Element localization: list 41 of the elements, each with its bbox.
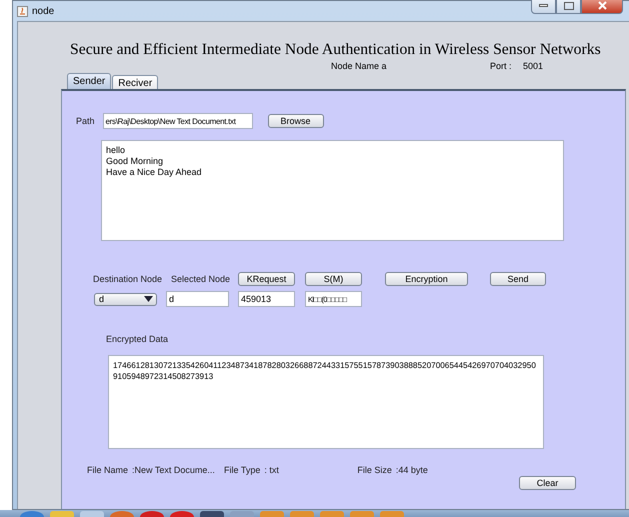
message-line: Have a Nice Day Ahead <box>106 167 203 178</box>
close-button[interactable] <box>581 0 623 14</box>
browse-button[interactable]: Browse <box>268 114 324 128</box>
encrypted-data-label: Encrypted Data <box>106 334 170 344</box>
tab[interactable]: Sender <box>67 73 112 89</box>
send-button[interactable]: Send <box>490 272 546 286</box>
selected-node-label: Selected Node <box>171 274 232 284</box>
port-value: 5001 <box>523 61 544 71</box>
path-label: Path <box>76 116 95 126</box>
maximize-icon <box>564 2 574 10</box>
encrypted-text-area[interactable]: 174661281307213354260411234873418782803266887244331575515787390388852070065445426970704032950 9105948972314508273913 <box>108 355 544 449</box>
clear-button[interactable]: Clear <box>519 476 576 490</box>
message-line: Good Morning <box>106 156 164 167</box>
destination-node-label: Destination Node <box>93 274 164 284</box>
selected-node-field[interactable]: d <box>166 291 229 307</box>
file-info-label: File Type <box>224 465 260 475</box>
encrypted-line: 174661281307213354260411234873418782803266887244331575515787390388852070065445426970704032950 <box>113 360 537 371</box>
krequest-button[interactable]: KRequest <box>238 272 295 286</box>
maximize-button[interactable] <box>556 0 581 14</box>
file-info-value: :New Text Docume... <box>132 465 216 475</box>
file-info-value: : txt <box>264 465 280 475</box>
port-label: Port : <box>490 61 512 71</box>
path-field[interactable]: ers\Raj\Desktop\New Text Document.txt <box>102 113 253 129</box>
message-text-area[interactable]: hello Good Morning Have a Nice Day Ahead <box>101 140 564 241</box>
destination-dropdown[interactable]: d <box>94 292 157 306</box>
key-request-field[interactable]: 459013 <box>238 291 295 307</box>
minimize-icon <box>539 4 548 7</box>
app-heading: Secure and Efficient Intermediate Node Authentication in Wireless Sensor Networks <box>70 41 602 59</box>
file-info-label: File Size <box>357 465 392 475</box>
sign-button[interactable]: S(M) <box>305 272 362 286</box>
encrypted-line: 9105948972314508273913 <box>113 371 214 382</box>
minimize-button[interactable] <box>531 0 556 14</box>
node-name-label: Node Name a <box>331 61 387 71</box>
encryption-button[interactable]: Encryption <box>385 272 468 286</box>
close-icon <box>598 1 606 10</box>
dropdown-arrow-icon <box>144 296 153 302</box>
window-title: node <box>32 6 54 16</box>
file-info-label: File Name <box>87 465 128 475</box>
message-line: hello <box>106 145 126 156</box>
file-info-value: :44 byte <box>396 465 429 475</box>
tab[interactable]: Reciver <box>112 75 158 89</box>
